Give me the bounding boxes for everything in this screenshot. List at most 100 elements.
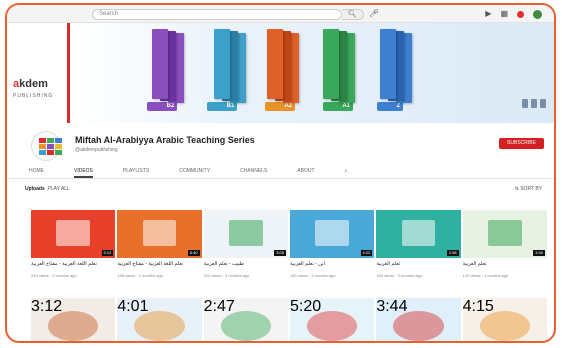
video-thumbnail[interactable]: 3:30 bbox=[462, 210, 547, 258]
logo-tile bbox=[47, 138, 54, 143]
thumbnail-art bbox=[56, 219, 91, 246]
level-chip: B2 bbox=[147, 102, 178, 111]
video-duration: 3:30 bbox=[533, 250, 545, 256]
video-grid-row-1: 5:12 تعلم اللغة العربية - مفتاح العربية 24… bbox=[31, 210, 547, 279]
video-thumbnail[interactable]: 6:40 bbox=[117, 210, 202, 258]
video-title[interactable]: طبيب - تعلم العربية bbox=[204, 261, 288, 273]
search-input[interactable]: Search bbox=[92, 9, 342, 20]
video-grid-row-2: 3:12 4:01 2:47 5:20 3:44 4:15 bbox=[31, 298, 547, 341]
thumbnail-art bbox=[315, 219, 350, 246]
top-right-icons: ▶ ▦ bbox=[485, 9, 542, 19]
video-card[interactable]: 5:12 تعلم اللغة العربية - مفتاح العربية 24… bbox=[31, 210, 116, 279]
banner-links bbox=[522, 99, 546, 108]
tab-channels[interactable]: Channels bbox=[240, 163, 267, 178]
video-thumbnail[interactable]: 3:05 bbox=[203, 210, 288, 258]
video-duration: 2:58 bbox=[446, 250, 459, 256]
video-meta: 198 views · 2 months ago bbox=[117, 273, 163, 278]
video-thumbnail[interactable]: 4:22 bbox=[290, 210, 375, 258]
tab-about[interactable]: About bbox=[297, 163, 314, 178]
book-cover bbox=[214, 29, 230, 99]
video-thumbnail[interactable]: 3:44 bbox=[376, 298, 461, 341]
thumbnail-art bbox=[220, 310, 272, 341]
video-card[interactable]: 3:05 طبيب - تعلم العربية 312 views · 3 mon… bbox=[203, 210, 288, 279]
level-chip: B1 bbox=[207, 102, 238, 111]
apps-icon[interactable]: ▦ bbox=[500, 9, 508, 19]
level-chip: Z bbox=[377, 102, 404, 111]
video-duration: 2:47 bbox=[203, 298, 235, 315]
video-thumbnail[interactable]: 3:12 bbox=[31, 298, 116, 341]
bell-icon[interactable] bbox=[517, 10, 524, 18]
publisher-logo: akdem bbox=[13, 78, 48, 90]
top-bar: Search 🔍︎ 🎤︎ ▶ ▦ bbox=[7, 5, 554, 23]
search-icon[interactable]: 🔍︎ bbox=[342, 9, 364, 20]
video-thumbnail[interactable]: 2:47 bbox=[203, 298, 288, 341]
uploads-title: Uploads bbox=[25, 186, 45, 192]
sort-by-button[interactable]: ⇅ SORT BY bbox=[515, 186, 542, 192]
level-chip: A2 bbox=[265, 102, 296, 111]
video-camera-icon[interactable]: ▶ bbox=[485, 9, 491, 19]
video-duration: 4:01 bbox=[117, 298, 149, 315]
thumbnail-art bbox=[47, 310, 99, 341]
video-thumbnail[interactable]: 4:01 bbox=[117, 298, 202, 341]
video-card[interactable]: 4:22 أين - تعلم العربية 180 views · 3 mont… bbox=[290, 210, 375, 279]
video-card[interactable]: 6:40 تعلم اللغة العربية - مفتاح العربية 19… bbox=[117, 210, 202, 279]
video-title[interactable]: تعلم العربية bbox=[463, 261, 547, 273]
video-title[interactable]: تعلم اللغة العربية - مفتاح العربية bbox=[31, 261, 115, 273]
video-title[interactable]: تعلم العربية bbox=[376, 261, 460, 273]
video-meta: 120 views · 4 months ago bbox=[462, 273, 509, 278]
video-duration: 5:12 bbox=[101, 250, 114, 256]
banner-link[interactable] bbox=[540, 99, 546, 108]
thumbnail-art bbox=[134, 310, 185, 341]
video-thumbnail[interactable]: 5:20 bbox=[290, 298, 375, 341]
thumbnail-art bbox=[228, 219, 263, 246]
video-duration: 3:44 bbox=[376, 298, 408, 315]
book-cover bbox=[323, 29, 339, 99]
video-title[interactable]: أين - تعلم العربية bbox=[290, 261, 374, 273]
logo-tile bbox=[55, 138, 62, 143]
channel-name: Miftah Al-Arabiyya Arabic Teaching Serie… bbox=[75, 135, 255, 145]
video-thumbnail[interactable]: 5:12 bbox=[31, 210, 116, 258]
thumbnail-art bbox=[479, 310, 531, 341]
tab-community[interactable]: Community bbox=[179, 163, 210, 178]
video-duration: 4:22 bbox=[360, 250, 373, 256]
video-thumbnail[interactable]: 4:15 bbox=[462, 298, 547, 341]
channel-header: Miftah Al-Arabiyya Arabic Teaching Serie… bbox=[7, 123, 554, 163]
logo-tile bbox=[47, 144, 54, 149]
channel-avatar[interactable] bbox=[31, 131, 62, 161]
logo-tile bbox=[39, 144, 46, 149]
play-all-button[interactable]: PLAY ALL bbox=[48, 186, 70, 192]
search-icon[interactable]: ⌕ bbox=[345, 163, 348, 178]
channel-handle: @akdempublishing bbox=[75, 147, 118, 153]
video-meta: 312 views · 3 months ago bbox=[203, 273, 250, 278]
book-cover bbox=[152, 29, 168, 99]
thumbnail-art bbox=[401, 219, 436, 246]
mic-icon[interactable]: 🎤︎ bbox=[369, 9, 379, 18]
thumbnail-art bbox=[393, 310, 444, 341]
tab-videos[interactable]: Videos bbox=[74, 163, 93, 178]
book-cover bbox=[380, 29, 396, 99]
channel-tabs: Home Videos Playlists Community Channels Abou… bbox=[7, 163, 554, 179]
logo-tile bbox=[47, 150, 54, 155]
level-chip: A1 bbox=[323, 102, 354, 111]
logo-tile bbox=[39, 138, 46, 143]
banner-link[interactable] bbox=[531, 99, 537, 108]
avatar[interactable] bbox=[533, 9, 542, 19]
tab-playlists[interactable]: Playlists bbox=[123, 163, 149, 178]
video-thumbnail[interactable]: 2:58 bbox=[376, 210, 461, 258]
logo-tile bbox=[55, 150, 62, 155]
video-duration: 6:40 bbox=[187, 250, 200, 256]
uploads-header: Uploads PLAY ALL bbox=[25, 186, 70, 192]
banner-divider bbox=[67, 23, 70, 123]
banner-link[interactable] bbox=[522, 99, 528, 108]
screenshot-frame: Search 🔍︎ 🎤︎ ▶ ▦ akdem PUBLISHING B2 B1 … bbox=[5, 3, 556, 343]
tab-home[interactable]: Home bbox=[29, 163, 44, 178]
video-card[interactable]: 2:58 تعلم العربية 150 views · 3 months ago bbox=[376, 210, 461, 279]
video-duration: 3:12 bbox=[31, 298, 63, 315]
publisher-logo-sub: PUBLISHING bbox=[13, 93, 54, 99]
video-card[interactable]: 3:30 تعلم العربية 120 views · 4 months ago bbox=[462, 210, 547, 279]
video-title[interactable]: تعلم اللغة العربية - مفتاح العربية bbox=[117, 261, 201, 273]
video-duration: 3:05 bbox=[274, 250, 286, 256]
book-cover bbox=[267, 29, 283, 99]
video-meta: 150 views · 3 months ago bbox=[376, 273, 422, 278]
subscribe-button[interactable]: SUBSCRIBE bbox=[499, 138, 544, 149]
